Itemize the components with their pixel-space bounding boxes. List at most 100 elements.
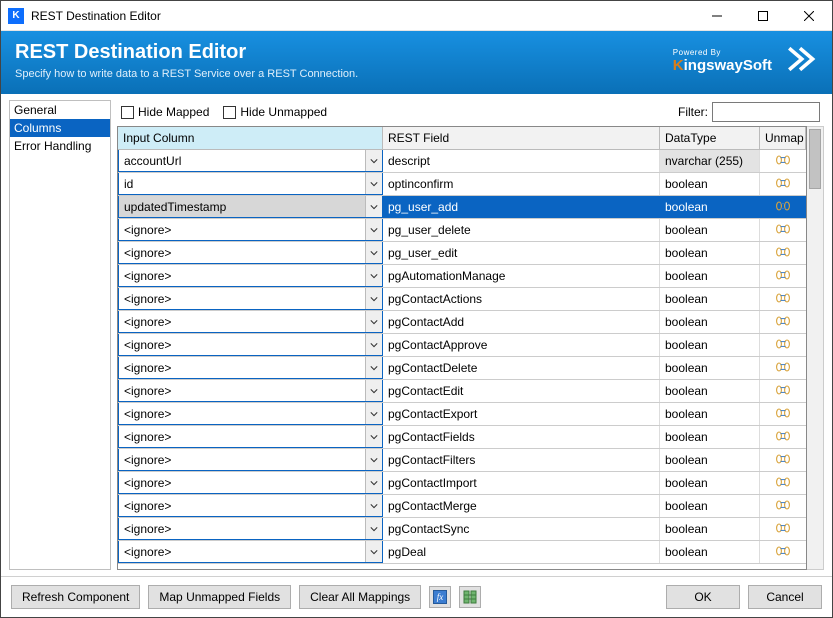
clear-all-mappings-button[interactable]: Clear All Mappings <box>299 585 421 609</box>
unmap-button[interactable] <box>760 288 806 310</box>
chevron-down-icon[interactable] <box>365 173 382 194</box>
rest-field-cell: pgContactFilters <box>383 449 660 471</box>
refresh-component-button[interactable]: Refresh Component <box>11 585 140 609</box>
hide-unmapped-checkbox[interactable]: Hide Unmapped <box>223 105 327 119</box>
table-row[interactable]: updatedTimestamppg_user_addboolean <box>118 196 806 219</box>
input-column-dropdown[interactable]: <ignore> <box>118 403 383 425</box>
close-button[interactable] <box>786 1 832 31</box>
chevron-down-icon[interactable] <box>365 219 382 240</box>
input-column-dropdown[interactable]: accountUrl <box>118 150 383 172</box>
unmap-button[interactable] <box>760 311 806 333</box>
unmap-button[interactable] <box>760 265 806 287</box>
ok-button[interactable]: OK <box>666 585 740 609</box>
input-column-value: <ignore> <box>119 545 365 559</box>
maximize-button[interactable] <box>740 1 786 31</box>
unmap-button[interactable] <box>760 219 806 241</box>
table-row[interactable]: idoptinconfirmboolean <box>118 173 806 196</box>
input-column-dropdown[interactable]: updatedTimestamp <box>118 196 383 218</box>
input-column-dropdown[interactable]: <ignore> <box>118 288 383 310</box>
table-row[interactable]: <ignore>pgContactSyncboolean <box>118 518 806 541</box>
chevron-down-icon[interactable] <box>365 403 382 424</box>
unmap-button[interactable] <box>760 380 806 402</box>
unmap-button[interactable] <box>760 449 806 471</box>
input-column-dropdown[interactable]: <ignore> <box>118 219 383 241</box>
chevron-down-icon[interactable] <box>365 541 382 562</box>
table-row[interactable]: <ignore>pgContactMergeboolean <box>118 495 806 518</box>
unmap-button[interactable] <box>760 357 806 379</box>
datatype-cell: boolean <box>660 380 760 402</box>
unmap-button[interactable] <box>760 426 806 448</box>
hide-mapped-checkbox[interactable]: Hide Mapped <box>121 105 209 119</box>
unmap-button[interactable] <box>760 518 806 540</box>
unmap-button[interactable] <box>760 403 806 425</box>
input-column-value: <ignore> <box>119 315 365 329</box>
chevron-down-icon[interactable] <box>365 196 382 217</box>
input-column-dropdown[interactable]: <ignore> <box>118 518 383 540</box>
table-row[interactable]: <ignore>pgContactFiltersboolean <box>118 449 806 472</box>
scrollbar-thumb[interactable] <box>809 129 821 189</box>
chevron-down-icon[interactable] <box>365 150 382 171</box>
table-row[interactable]: <ignore>pgContactApproveboolean <box>118 334 806 357</box>
table-row[interactable]: accountUrldescriptnvarchar (255) <box>118 150 806 173</box>
col-header-rest-field[interactable]: REST Field <box>383 127 660 149</box>
table-row[interactable]: <ignore>pgAutomationManageboolean <box>118 265 806 288</box>
unmap-button[interactable] <box>760 173 806 195</box>
input-column-dropdown[interactable]: <ignore> <box>118 495 383 517</box>
input-column-dropdown[interactable]: <ignore> <box>118 334 383 356</box>
chevron-down-icon[interactable] <box>365 242 382 263</box>
table-row[interactable]: <ignore>pgContactExportboolean <box>118 403 806 426</box>
input-column-dropdown[interactable]: id <box>118 173 383 195</box>
sidebar-item-columns[interactable]: Columns <box>10 119 110 137</box>
input-column-dropdown[interactable]: <ignore> <box>118 472 383 494</box>
input-column-dropdown[interactable]: <ignore> <box>118 380 383 402</box>
table-row[interactable]: <ignore>pgContactAddboolean <box>118 311 806 334</box>
input-column-dropdown[interactable]: <ignore> <box>118 541 383 563</box>
chevron-down-icon[interactable] <box>365 426 382 447</box>
input-column-dropdown[interactable]: <ignore> <box>118 357 383 379</box>
unmap-button[interactable] <box>760 495 806 517</box>
unmap-icon <box>775 200 791 215</box>
chevron-down-icon[interactable] <box>365 334 382 355</box>
table-row[interactable]: <ignore>pgContactActionsboolean <box>118 288 806 311</box>
chevron-down-icon[interactable] <box>365 288 382 309</box>
cancel-button[interactable]: Cancel <box>748 585 822 609</box>
table-row[interactable]: <ignore>pgContactFieldsboolean <box>118 426 806 449</box>
input-column-dropdown[interactable]: <ignore> <box>118 449 383 471</box>
chevron-down-icon[interactable] <box>365 357 382 378</box>
expression-button[interactable]: fx <box>429 586 451 608</box>
sidebar-item-general[interactable]: General <box>10 101 110 119</box>
col-header-input[interactable]: Input Column <box>118 127 383 149</box>
unmap-button[interactable] <box>760 334 806 356</box>
chevron-down-icon[interactable] <box>365 311 382 332</box>
table-row[interactable]: <ignore>pgContactDeleteboolean <box>118 357 806 380</box>
sidebar-item-error-handling[interactable]: Error Handling <box>10 137 110 155</box>
chevron-down-icon[interactable] <box>365 449 382 470</box>
table-row[interactable]: <ignore>pgContactEditboolean <box>118 380 806 403</box>
chevron-down-icon[interactable] <box>365 495 382 516</box>
unmap-button[interactable] <box>760 541 806 563</box>
unmap-button[interactable] <box>760 472 806 494</box>
unmap-button[interactable] <box>760 196 806 218</box>
rest-field-cell: descript <box>383 150 660 172</box>
table-row[interactable]: <ignore>pg_user_deleteboolean <box>118 219 806 242</box>
chevron-down-icon[interactable] <box>365 518 382 539</box>
table-row[interactable]: <ignore>pgContactImportboolean <box>118 472 806 495</box>
unmap-button[interactable] <box>760 150 806 172</box>
grid-scrollbar[interactable] <box>807 126 824 570</box>
table-row[interactable]: <ignore>pgDealboolean <box>118 541 806 564</box>
input-column-dropdown[interactable]: <ignore> <box>118 265 383 287</box>
chevron-down-icon[interactable] <box>365 380 382 401</box>
chevron-down-icon[interactable] <box>365 472 382 493</box>
input-column-dropdown[interactable]: <ignore> <box>118 242 383 264</box>
table-row[interactable]: <ignore>pg_user_editboolean <box>118 242 806 265</box>
input-column-dropdown[interactable]: <ignore> <box>118 311 383 333</box>
col-header-datatype[interactable]: DataType <box>660 127 760 149</box>
column-mapping-tool-button[interactable] <box>459 586 481 608</box>
filter-input[interactable] <box>712 102 820 122</box>
unmap-button[interactable] <box>760 242 806 264</box>
map-unmapped-fields-button[interactable]: Map Unmapped Fields <box>148 585 291 609</box>
col-header-unmap[interactable]: Unmap <box>760 127 806 149</box>
minimize-button[interactable] <box>694 1 740 31</box>
input-column-dropdown[interactable]: <ignore> <box>118 426 383 448</box>
chevron-down-icon[interactable] <box>365 265 382 286</box>
